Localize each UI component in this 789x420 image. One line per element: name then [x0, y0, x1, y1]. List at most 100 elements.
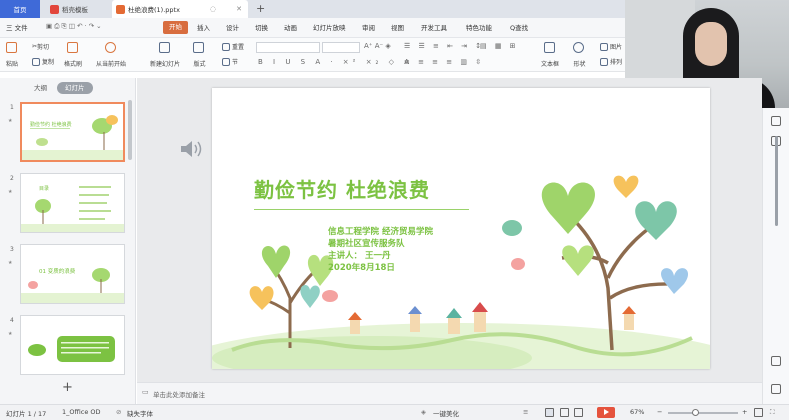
theme-name[interactable]: 1_Office OD: [62, 408, 101, 416]
speaker-icon[interactable]: [179, 138, 203, 160]
notes-toggle-icon[interactable]: ≡: [523, 408, 528, 416]
slide-thumbnail-2[interactable]: 目录: [20, 173, 125, 233]
copy-label: 复制: [42, 59, 55, 66]
text-direction-icons[interactable]: ▤ ▦ ⊞: [480, 42, 519, 50]
fit-window-icon[interactable]: [754, 408, 763, 417]
tab-document[interactable]: 杜绝浪费(1).pptx ◌ ✕: [112, 0, 248, 18]
section-button[interactable]: 节: [222, 57, 238, 66]
text-style-icons[interactable]: B I U S A · ×² ×₂ ◇ A: [258, 58, 413, 66]
layout-button[interactable]: 版式: [193, 42, 206, 68]
add-tab-button[interactable]: +: [256, 2, 265, 15]
section-label: 节: [232, 59, 239, 66]
paste-button[interactable]: 粘贴: [6, 42, 19, 68]
tab-template[interactable]: 稻壳模板: [46, 0, 108, 18]
zoom-out-icon[interactable]: −: [657, 408, 662, 416]
menu-special[interactable]: 特色功能: [466, 22, 492, 32]
pin-panel-icon[interactable]: [771, 116, 781, 126]
slide-canvas[interactable]: 勤俭节约 杜绝浪费 信息工程学院 经济贸易学院 暑期社区宣传服务队 主讲人： 王…: [212, 88, 710, 369]
pin-icon[interactable]: ◌: [210, 5, 216, 13]
tab-slides[interactable]: 幻灯片: [57, 82, 93, 94]
font-missing[interactable]: 缺失字体: [127, 408, 153, 418]
reset-icon: [222, 42, 230, 51]
paragraph-icons[interactable]: ☰ ☰ ≡ ⇤ ⇥ ↕: [404, 42, 484, 50]
thumb-number: 4: [10, 317, 14, 324]
picture-button[interactable]: 图片: [600, 42, 622, 51]
reset-button[interactable]: 重置: [222, 42, 244, 51]
shape-button[interactable]: 形状: [573, 42, 586, 68]
textbox-icon: [543, 42, 555, 53]
slide-thumbnail-1[interactable]: 勤俭节约 杜绝浪费: [20, 102, 125, 162]
arrange-button[interactable]: 排列: [600, 57, 622, 66]
add-slide-button[interactable]: +: [62, 380, 73, 395]
textbox-button[interactable]: 文本框: [541, 42, 559, 68]
zoom-level[interactable]: 67%: [630, 408, 644, 416]
menu-search[interactable]: Q查找: [510, 22, 528, 32]
menu-file[interactable]: 三 文件: [6, 22, 28, 32]
menu-transition[interactable]: 切换: [255, 22, 268, 32]
vertical-scrollbar[interactable]: [775, 136, 778, 226]
slideshow-play-button[interactable]: [597, 407, 615, 418]
menu-animation[interactable]: 动画: [284, 22, 297, 32]
slide-subtitle-line-3[interactable]: 主讲人： 王一丹: [328, 249, 390, 261]
font-family-select[interactable]: [256, 42, 320, 53]
cut-button[interactable]: ✂ 剪切: [32, 42, 49, 51]
slide-subtitle-line-1[interactable]: 信息工程学院 经济贸易学院: [328, 225, 433, 237]
prev-slide-icon[interactable]: [771, 356, 781, 366]
notes-bar[interactable]: ▭ 单击此处添加备注: [137, 382, 762, 404]
format-painter-label: 格式刷: [64, 61, 83, 68]
close-tab-icon[interactable]: ✕: [236, 5, 242, 13]
grid-view-icon[interactable]: [771, 384, 781, 394]
align-icons[interactable]: ≡ ≡ ≡ ≡ ▥ ⇳: [404, 58, 484, 66]
thumb-number: 1: [10, 104, 14, 111]
presenter-face: [695, 22, 727, 66]
font-size-select[interactable]: [322, 42, 360, 53]
copy-button[interactable]: 复制: [32, 57, 54, 66]
thumb-star-icon: ★: [8, 118, 13, 124]
arrange-icon: [600, 57, 608, 66]
menu-row: 三 文件 ▣ ⎙ ⎘ ◫ ↶ · ↷ ⌄ 开始 插入 设计 切换 动画 幻灯片放…: [0, 18, 625, 38]
menu-developer[interactable]: 开发工具: [421, 22, 447, 32]
slide-title[interactable]: 勤俭节约 杜绝浪费: [254, 174, 430, 203]
font-grow-shrink-icons[interactable]: A⁺ A⁻ ◈: [364, 42, 391, 50]
title-underline: [254, 209, 469, 210]
menu-insert[interactable]: 插入: [197, 22, 210, 32]
tab-document-label: 杜绝浪费(1).pptx: [128, 6, 180, 14]
slide-thumbnail-3[interactable]: 01 变质的浪费: [20, 244, 125, 304]
reset-label: 重置: [232, 44, 245, 51]
menu-view[interactable]: 视图: [391, 22, 404, 32]
menu-slideshow[interactable]: 幻灯片放映: [313, 22, 346, 32]
tab-home[interactable]: 首页: [0, 0, 40, 18]
notes-placeholder[interactable]: 单击此处添加备注: [153, 389, 205, 399]
panel-scrollbar[interactable]: [128, 100, 132, 160]
paste-label: 粘贴: [6, 61, 19, 68]
shape-icon: [573, 42, 584, 53]
zoom-in-icon[interactable]: +: [742, 408, 747, 416]
reading-view-icon[interactable]: [574, 408, 583, 417]
quick-access-icons[interactable]: ▣ ⎙ ⎘ ◫ ↶ · ↷ ⌄: [46, 22, 102, 31]
slide-thumbnail-4[interactable]: [20, 315, 125, 375]
slide-subtitle-line-4[interactable]: 2020年8月18日: [328, 261, 395, 273]
thumb-number: 2: [10, 175, 14, 182]
zoom-slider-handle[interactable]: [692, 409, 699, 416]
new-slide-icon: [158, 42, 170, 53]
notes-icon: ▭: [142, 388, 149, 396]
menu-review[interactable]: 审阅: [362, 22, 375, 32]
fullscreen-icon[interactable]: ⛶: [770, 408, 775, 417]
beautify-icon: ◈: [421, 408, 426, 416]
section-icon: [222, 57, 230, 66]
slide-subtitle-line-2[interactable]: 暑期社区宣传服务队: [328, 237, 405, 249]
copy-icon: [32, 57, 40, 66]
menu-start[interactable]: 开始: [163, 21, 188, 34]
picture-icon: [600, 42, 608, 51]
beautify-button[interactable]: 一键美化: [433, 408, 459, 418]
normal-view-icon[interactable]: [545, 408, 554, 417]
tab-outline[interactable]: 大纲: [30, 82, 51, 94]
play-from-current-button[interactable]: 从当前开始: [96, 42, 126, 68]
zoom-slider[interactable]: [668, 412, 738, 414]
thumb-star-icon: ★: [8, 331, 13, 337]
menu-design[interactable]: 设计: [226, 22, 239, 32]
new-slide-button[interactable]: 新建幻灯片: [150, 42, 180, 68]
thumb-3-art: 01 变质的浪费: [21, 267, 124, 303]
format-painter-button[interactable]: 格式刷: [64, 42, 82, 68]
slide-sorter-icon[interactable]: [560, 408, 569, 417]
